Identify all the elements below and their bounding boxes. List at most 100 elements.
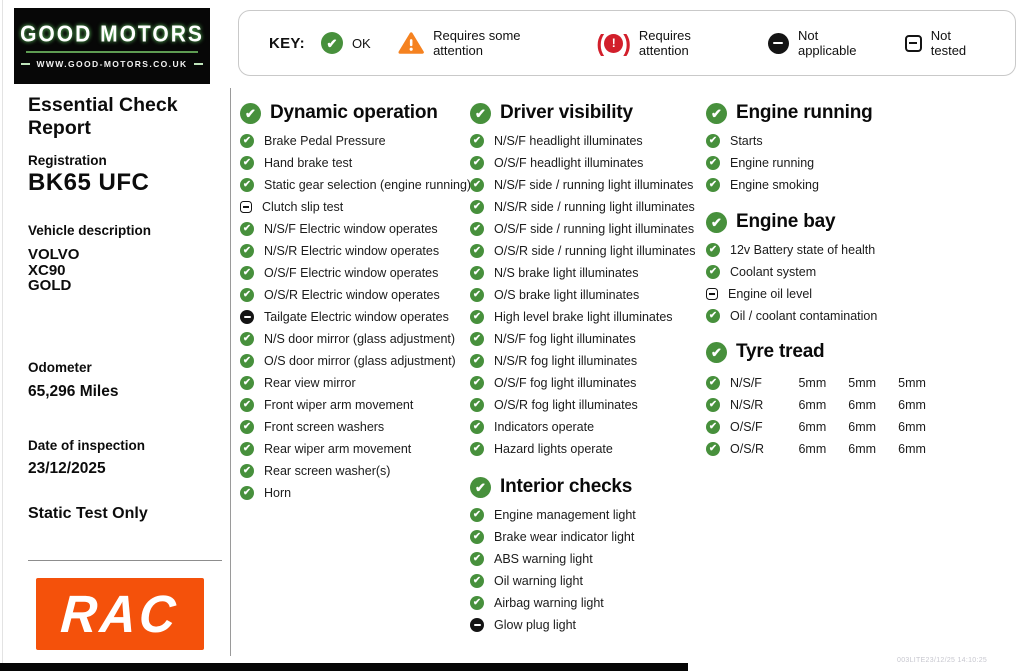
check-item-label: Engine smoking (730, 178, 819, 192)
section-title: Driver visibility (500, 102, 633, 123)
check-item: O/S/R fog light illuminates (470, 394, 702, 416)
odometer-label: Odometer (28, 360, 92, 375)
tyre-position-label: N/S/F (730, 376, 762, 390)
rac-logo-text: RAC (59, 584, 181, 644)
check-item: Front wiper arm movement (240, 394, 472, 416)
check-item: O/S/F fog light illuminates (470, 372, 702, 394)
vehicle-description-lines: VOLVO XC90 GOLD (28, 247, 79, 294)
tyre-tread-table: N/S/F 5mm 5mm 5mm N/S/R 6mm 6mm 6mm O/S/… (706, 372, 938, 460)
status-icon (470, 508, 484, 522)
status-icon (470, 552, 484, 566)
check-item: Brake wear indicator light (470, 526, 702, 548)
status-icon (706, 442, 720, 456)
check-item-label: N/S/F headlight illuminates (494, 134, 643, 148)
status-icon (470, 398, 484, 412)
status-icon (470, 376, 484, 390)
status-icon (706, 156, 720, 170)
check-item-label: O/S/R fog light illuminates (494, 398, 638, 412)
check-item: O/S door mirror (glass adjustment) (240, 350, 472, 372)
ok-icon (470, 102, 491, 124)
registration-value: BK65 UFC (28, 169, 150, 196)
status-icon (470, 222, 484, 236)
check-item-label: N/S/R fog light illuminates (494, 354, 638, 368)
status-icon (706, 178, 720, 192)
key-item-label: Not applicable (797, 28, 857, 58)
section-title: Interior checks (500, 476, 633, 497)
section-dynamic-operation: Dynamic operation Brake Pedal Pressure H… (240, 100, 472, 504)
status-icon (706, 309, 720, 323)
tyre-depth-value: 5mm (798, 376, 827, 390)
check-item-label: Airbag warning light (494, 596, 604, 610)
check-item: O/S/F Electric window operates (240, 262, 472, 284)
status-icon (240, 486, 254, 500)
good-motors-logo: GOOD MOTORS WWW.GOOD-MOTORS.CO.UK (14, 8, 210, 84)
tyre-row: O/S/R 6mm 6mm 6mm (706, 438, 938, 460)
check-item: O/S/F headlight illuminates (470, 152, 702, 174)
tyre-depth-value: 6mm (798, 442, 827, 456)
status-icon (706, 265, 720, 279)
check-item-label: N/S/F side / running light illuminates (494, 178, 694, 192)
check-item: O/S/R side / running light illuminates (470, 240, 702, 262)
logo-url: WWW.GOOD-MOTORS.CO.UK (36, 59, 188, 69)
tyre-depth-value: 6mm (898, 442, 926, 456)
section-header: Engine running (706, 100, 938, 126)
check-item-label: N/S/R side / running light illuminates (494, 200, 695, 214)
section-engine-bay: Engine bay 12v Battery state of health C… (706, 209, 938, 327)
check-item-label: Indicators operate (494, 420, 595, 434)
status-icon (470, 442, 484, 456)
check-item: Rear screen washer(s) (240, 460, 472, 482)
check-item-label: Glow plug light (494, 618, 576, 632)
status-icon (240, 134, 254, 148)
ok-icon (706, 102, 727, 124)
check-item-label: O/S/F Electric window operates (264, 266, 439, 280)
check-item: Hand brake test (240, 152, 472, 174)
key-legend: KEY: OK Requires some attention ( ! ) Re… (238, 10, 1016, 76)
key-item-not-tested: Not tested (904, 28, 988, 58)
status-icon (470, 200, 484, 214)
section-title: Engine running (736, 102, 873, 123)
status-icon (240, 266, 254, 280)
section-header: Dynamic operation (240, 100, 472, 126)
status-icon (240, 244, 254, 258)
check-item: Engine oil level (706, 283, 938, 305)
check-item-label: Oil / coolant contamination (730, 309, 878, 323)
column-dynamic-operation: Dynamic operation Brake Pedal Pressure H… (240, 100, 472, 504)
logo-url-row: WWW.GOOD-MOTORS.CO.UK (21, 59, 203, 69)
check-item: N/S/F Electric window operates (240, 218, 472, 240)
sidebar-rule (28, 560, 222, 561)
status-icon (240, 398, 254, 412)
brake-warning-icon: ( ! ) (597, 31, 631, 55)
check-item-label: N/S/R Electric window operates (264, 244, 440, 258)
check-item-label: O/S door mirror (glass adjustment) (264, 354, 456, 368)
status-icon (240, 354, 254, 368)
check-list: Engine management light Brake wear indic… (470, 504, 702, 636)
status-icon (470, 354, 484, 368)
status-icon (240, 288, 254, 302)
check-item-label: Static gear selection (engine running) (264, 178, 472, 192)
ok-icon (320, 32, 343, 54)
status-icon (240, 442, 254, 456)
section-engine-running: Engine running Starts Engine running Eng… (706, 100, 938, 196)
rac-logo: RAC (36, 578, 204, 650)
status-icon (240, 310, 254, 324)
check-item-label: O/S/R Electric window operates (264, 288, 440, 302)
check-item-label: Oil warning light (494, 574, 583, 588)
status-icon (470, 332, 484, 346)
tyre-depth-value: 6mm (798, 398, 827, 412)
check-item: Indicators operate (470, 416, 702, 438)
ok-icon (470, 476, 491, 498)
status-icon (470, 310, 484, 324)
status-icon (240, 222, 254, 236)
check-item-label: Brake wear indicator light (494, 530, 635, 544)
check-item: Static gear selection (engine running) (240, 174, 472, 196)
check-item-label: Hazard lights operate (494, 442, 613, 456)
check-item-label: Starts (730, 134, 763, 148)
status-icon (240, 464, 254, 478)
check-item: Airbag warning light (470, 592, 702, 614)
tyre-position-label: O/S/R (730, 442, 765, 456)
check-item-label: O/S brake light illuminates (494, 288, 640, 302)
check-item: N/S/R fog light illuminates (470, 350, 702, 372)
key-item-some-attention: Requires some attention (398, 28, 571, 58)
logo-dash-right (193, 63, 203, 65)
status-icon (706, 134, 720, 148)
